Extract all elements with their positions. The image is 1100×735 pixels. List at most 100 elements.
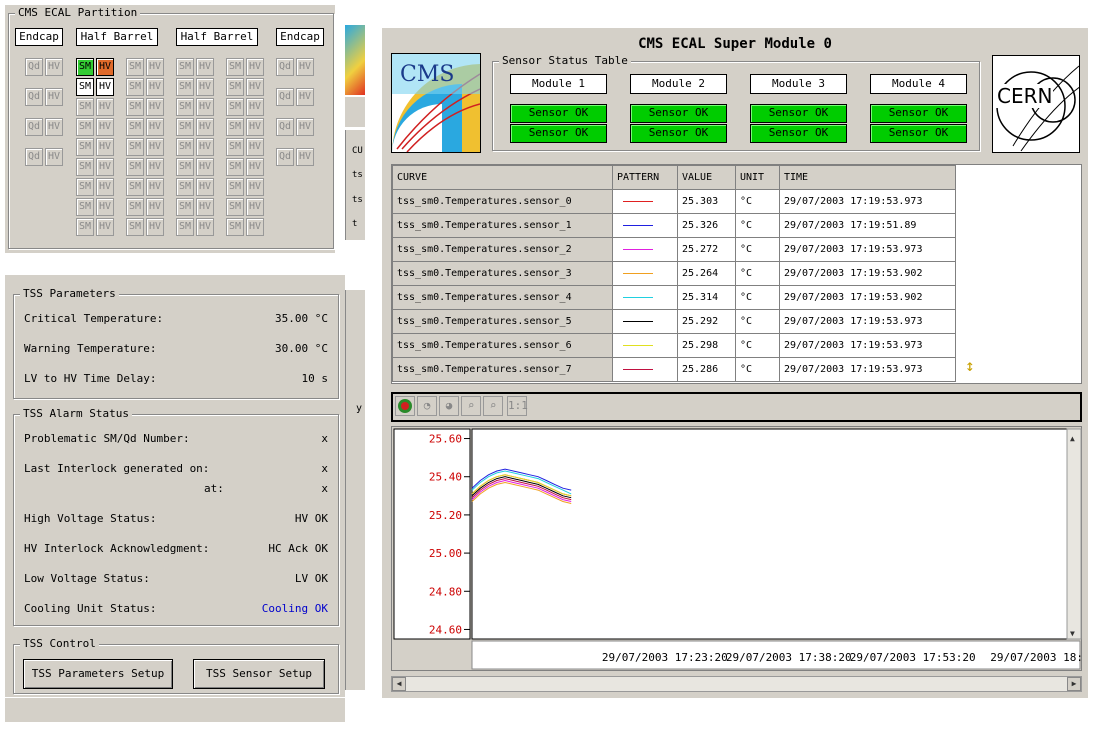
hv-cell-2-6[interactable]: HV	[196, 178, 214, 196]
qd-right-3[interactable]: Qd	[276, 148, 294, 166]
zoom-reset-button[interactable]: 1:1	[507, 396, 528, 416]
hv-cell-0-8[interactable]: HV	[96, 218, 114, 236]
hv-cell-1-5[interactable]: HV	[146, 158, 164, 176]
sm-cell-1-7[interactable]: SM	[126, 198, 144, 216]
sm-cell-0-4[interactable]: SM	[76, 138, 94, 156]
scroll-left-arrow[interactable]: ◀	[392, 677, 406, 691]
sm-cell-0-0[interactable]: SM	[76, 58, 94, 76]
zoom-y-icon[interactable]: ◕	[439, 396, 459, 416]
curve-row[interactable]: tss_sm0.Temperatures.sensor_7 25.286 °C 29/…	[392, 357, 956, 382]
hv-right-3[interactable]: HV	[296, 148, 314, 166]
hv-cell-3-3[interactable]: HV	[246, 118, 264, 136]
hv-cell-2-3[interactable]: HV	[196, 118, 214, 136]
sm-cell-0-6[interactable]: SM	[76, 178, 94, 196]
sm-cell-3-3[interactable]: SM	[226, 118, 244, 136]
sm-cell-1-3[interactable]: SM	[126, 118, 144, 136]
qd-left-2[interactable]: Qd	[25, 118, 43, 136]
zoom-out-icon[interactable]: ⌕	[483, 396, 503, 416]
hv-cell-3-7[interactable]: HV	[246, 198, 264, 216]
hv-cell-3-8[interactable]: HV	[246, 218, 264, 236]
curve-row[interactable]: tss_sm0.Temperatures.sensor_6 25.298 °C 29/…	[392, 333, 956, 358]
time-header[interactable]: TIME	[779, 165, 956, 190]
sm-cell-3-4[interactable]: SM	[226, 138, 244, 156]
hv-cell-1-6[interactable]: HV	[146, 178, 164, 196]
hv-cell-1-8[interactable]: HV	[146, 218, 164, 236]
sm-cell-1-0[interactable]: SM	[126, 58, 144, 76]
sm-cell-3-2[interactable]: SM	[226, 98, 244, 116]
module-2-label[interactable]: Module 2	[630, 74, 727, 94]
sm-cell-3-7[interactable]: SM	[226, 198, 244, 216]
curve-row[interactable]: tss_sm0.Temperatures.sensor_3 25.264 °C 29/…	[392, 261, 956, 286]
curve-row[interactable]: tss_sm0.Temperatures.sensor_2 25.272 °C 29/…	[392, 237, 956, 262]
endcap-left-header[interactable]: Endcap	[15, 28, 63, 46]
sm-cell-2-0[interactable]: SM	[176, 58, 194, 76]
unit-header[interactable]: UNIT	[735, 165, 780, 190]
hv-cell-0-6[interactable]: HV	[96, 178, 114, 196]
hv-cell-1-4[interactable]: HV	[146, 138, 164, 156]
resize-arrows-icon[interactable]: ↕	[965, 356, 975, 375]
hv-cell-2-0[interactable]: HV	[196, 58, 214, 76]
hv-cell-1-1[interactable]: HV	[146, 78, 164, 96]
module-3-label[interactable]: Module 3	[750, 74, 847, 94]
hv-left-3[interactable]: HV	[45, 148, 63, 166]
sm-cell-0-7[interactable]: SM	[76, 198, 94, 216]
hv-cell-3-0[interactable]: HV	[246, 58, 264, 76]
trend-chart[interactable]: ▲ ▼ 25.60 25.40 25.20 25.00 24.80 24.60 29/07/20…	[392, 427, 1083, 672]
endcap-right-header[interactable]: Endcap	[276, 28, 324, 46]
hv-right-1[interactable]: HV	[296, 88, 314, 106]
sm-cell-3-1[interactable]: SM	[226, 78, 244, 96]
hv-cell-0-5[interactable]: HV	[96, 158, 114, 176]
curve-row[interactable]: tss_sm0.Temperatures.sensor_1 25.326 °C 29/…	[392, 213, 956, 238]
sm-cell-2-1[interactable]: SM	[176, 78, 194, 96]
curve-header[interactable]: CURVE	[392, 165, 613, 190]
scroll-up-arrow[interactable]: ▲	[1070, 434, 1075, 443]
tss-parameters-setup-button[interactable]: TSS Parameters Setup	[23, 659, 173, 689]
hv-cell-1-0[interactable]: HV	[146, 58, 164, 76]
hv-cell-1-2[interactable]: HV	[146, 98, 164, 116]
sm-cell-3-8[interactable]: SM	[226, 218, 244, 236]
sm-cell-2-5[interactable]: SM	[176, 158, 194, 176]
half-barrel-left-header[interactable]: Half Barrel	[76, 28, 158, 46]
sm-cell-1-1[interactable]: SM	[126, 78, 144, 96]
hv-cell-2-7[interactable]: HV	[196, 198, 214, 216]
qd-left-1[interactable]: Qd	[25, 88, 43, 106]
module-4-label[interactable]: Module 4	[870, 74, 967, 94]
sm-cell-0-3[interactable]: SM	[76, 118, 94, 136]
curve-row[interactable]: tss_sm0.Temperatures.sensor_4 25.314 °C 29/…	[392, 285, 956, 310]
hv-left-2[interactable]: HV	[45, 118, 63, 136]
scroll-down-arrow[interactable]: ▼	[1070, 629, 1075, 638]
sm-cell-3-0[interactable]: SM	[226, 58, 244, 76]
hv-cell-2-5[interactable]: HV	[196, 158, 214, 176]
hv-cell-2-2[interactable]: HV	[196, 98, 214, 116]
hv-cell-1-3[interactable]: HV	[146, 118, 164, 136]
sm-cell-1-6[interactable]: SM	[126, 178, 144, 196]
hv-cell-3-1[interactable]: HV	[246, 78, 264, 96]
tss-sensor-setup-button[interactable]: TSS Sensor Setup	[193, 659, 325, 689]
half-barrel-right-header[interactable]: Half Barrel	[176, 28, 258, 46]
module-1-label[interactable]: Module 1	[510, 74, 607, 94]
sm-cell-1-8[interactable]: SM	[126, 218, 144, 236]
qd-right-1[interactable]: Qd	[276, 88, 294, 106]
sm-cell-0-5[interactable]: SM	[76, 158, 94, 176]
hv-right-2[interactable]: HV	[296, 118, 314, 136]
qd-left-0[interactable]: Qd	[25, 58, 43, 76]
sm-cell-2-4[interactable]: SM	[176, 138, 194, 156]
sm-cell-2-3[interactable]: SM	[176, 118, 194, 136]
hv-cell-0-7[interactable]: HV	[96, 198, 114, 216]
hv-right-0[interactable]: HV	[296, 58, 314, 76]
sm-cell-0-8[interactable]: SM	[76, 218, 94, 236]
auto-scale-icon[interactable]	[395, 396, 415, 416]
horizontal-scrollbar[interactable]: ◀ ▶	[391, 676, 1082, 692]
hv-cell-3-6[interactable]: HV	[246, 178, 264, 196]
sm-cell-2-7[interactable]: SM	[176, 198, 194, 216]
sm-cell-0-2[interactable]: SM	[76, 98, 94, 116]
vertical-scrollbar[interactable]	[1066, 428, 1082, 640]
hv-left-0[interactable]: HV	[45, 58, 63, 76]
hv-cell-0-4[interactable]: HV	[96, 138, 114, 156]
hv-left-1[interactable]: HV	[45, 88, 63, 106]
sm-cell-2-2[interactable]: SM	[176, 98, 194, 116]
scroll-right-arrow[interactable]: ▶	[1067, 677, 1081, 691]
hv-cell-1-7[interactable]: HV	[146, 198, 164, 216]
hv-cell-3-2[interactable]: HV	[246, 98, 264, 116]
hv-cell-2-1[interactable]: HV	[196, 78, 214, 96]
